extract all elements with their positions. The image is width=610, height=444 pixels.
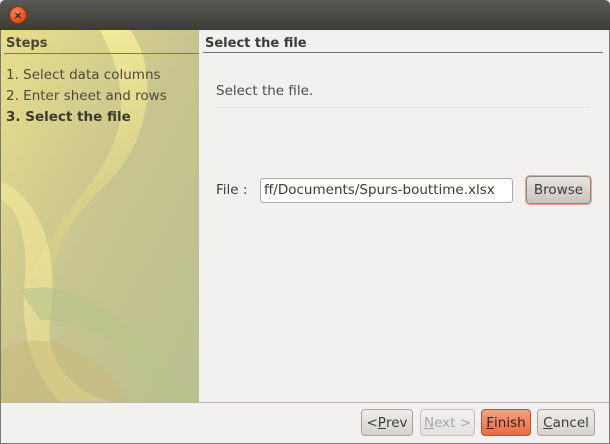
- steps-sidebar: Steps 1. Select data columns 2. Enter sh…: [0, 30, 199, 402]
- next-button[interactable]: Next >: [420, 409, 475, 436]
- next-label-rest: ext >: [434, 414, 472, 431]
- close-icon[interactable]: ×: [9, 6, 27, 24]
- file-path-input[interactable]: ff/Documents/Spurs-bouttime.xlsx: [260, 178, 513, 203]
- instruction-divider: [216, 107, 590, 108]
- steps-title: Steps: [6, 36, 48, 51]
- cancel-label-rest: ancel: [552, 414, 589, 431]
- steps-list: 1. Select data columns 2. Enter sheet an…: [6, 65, 167, 128]
- step-enter-sheet-and-rows: 2. Enter sheet and rows: [6, 88, 167, 104]
- cancel-button[interactable]: Cancel: [537, 409, 595, 436]
- prev-button[interactable]: < Prev: [361, 409, 413, 436]
- title-divider: [203, 52, 603, 53]
- file-path-value: ff/Documents/Spurs-bouttime.xlsx: [264, 182, 495, 198]
- next-mnemonic: N: [423, 414, 435, 431]
- title-bar: ×: [0, 0, 610, 30]
- browse-button[interactable]: Browse: [526, 176, 591, 204]
- finish-label-rest: inish: [494, 414, 526, 431]
- finish-button[interactable]: Finish: [481, 409, 531, 436]
- finish-mnemonic: F: [486, 414, 495, 431]
- page-title: Select the file: [205, 36, 307, 51]
- prev-label-rest: rev: [385, 414, 408, 431]
- steps-divider: [4, 53, 199, 54]
- step-select-data-columns: 1. Select data columns: [6, 67, 161, 83]
- instruction-text: Select the file.: [216, 83, 314, 99]
- cancel-mnemonic: C: [543, 414, 553, 431]
- prev-prefix: <: [366, 414, 378, 431]
- file-label: File :: [216, 182, 248, 198]
- prev-mnemonic: P: [377, 414, 386, 431]
- step-select-the-file: 3. Select the file: [6, 109, 131, 125]
